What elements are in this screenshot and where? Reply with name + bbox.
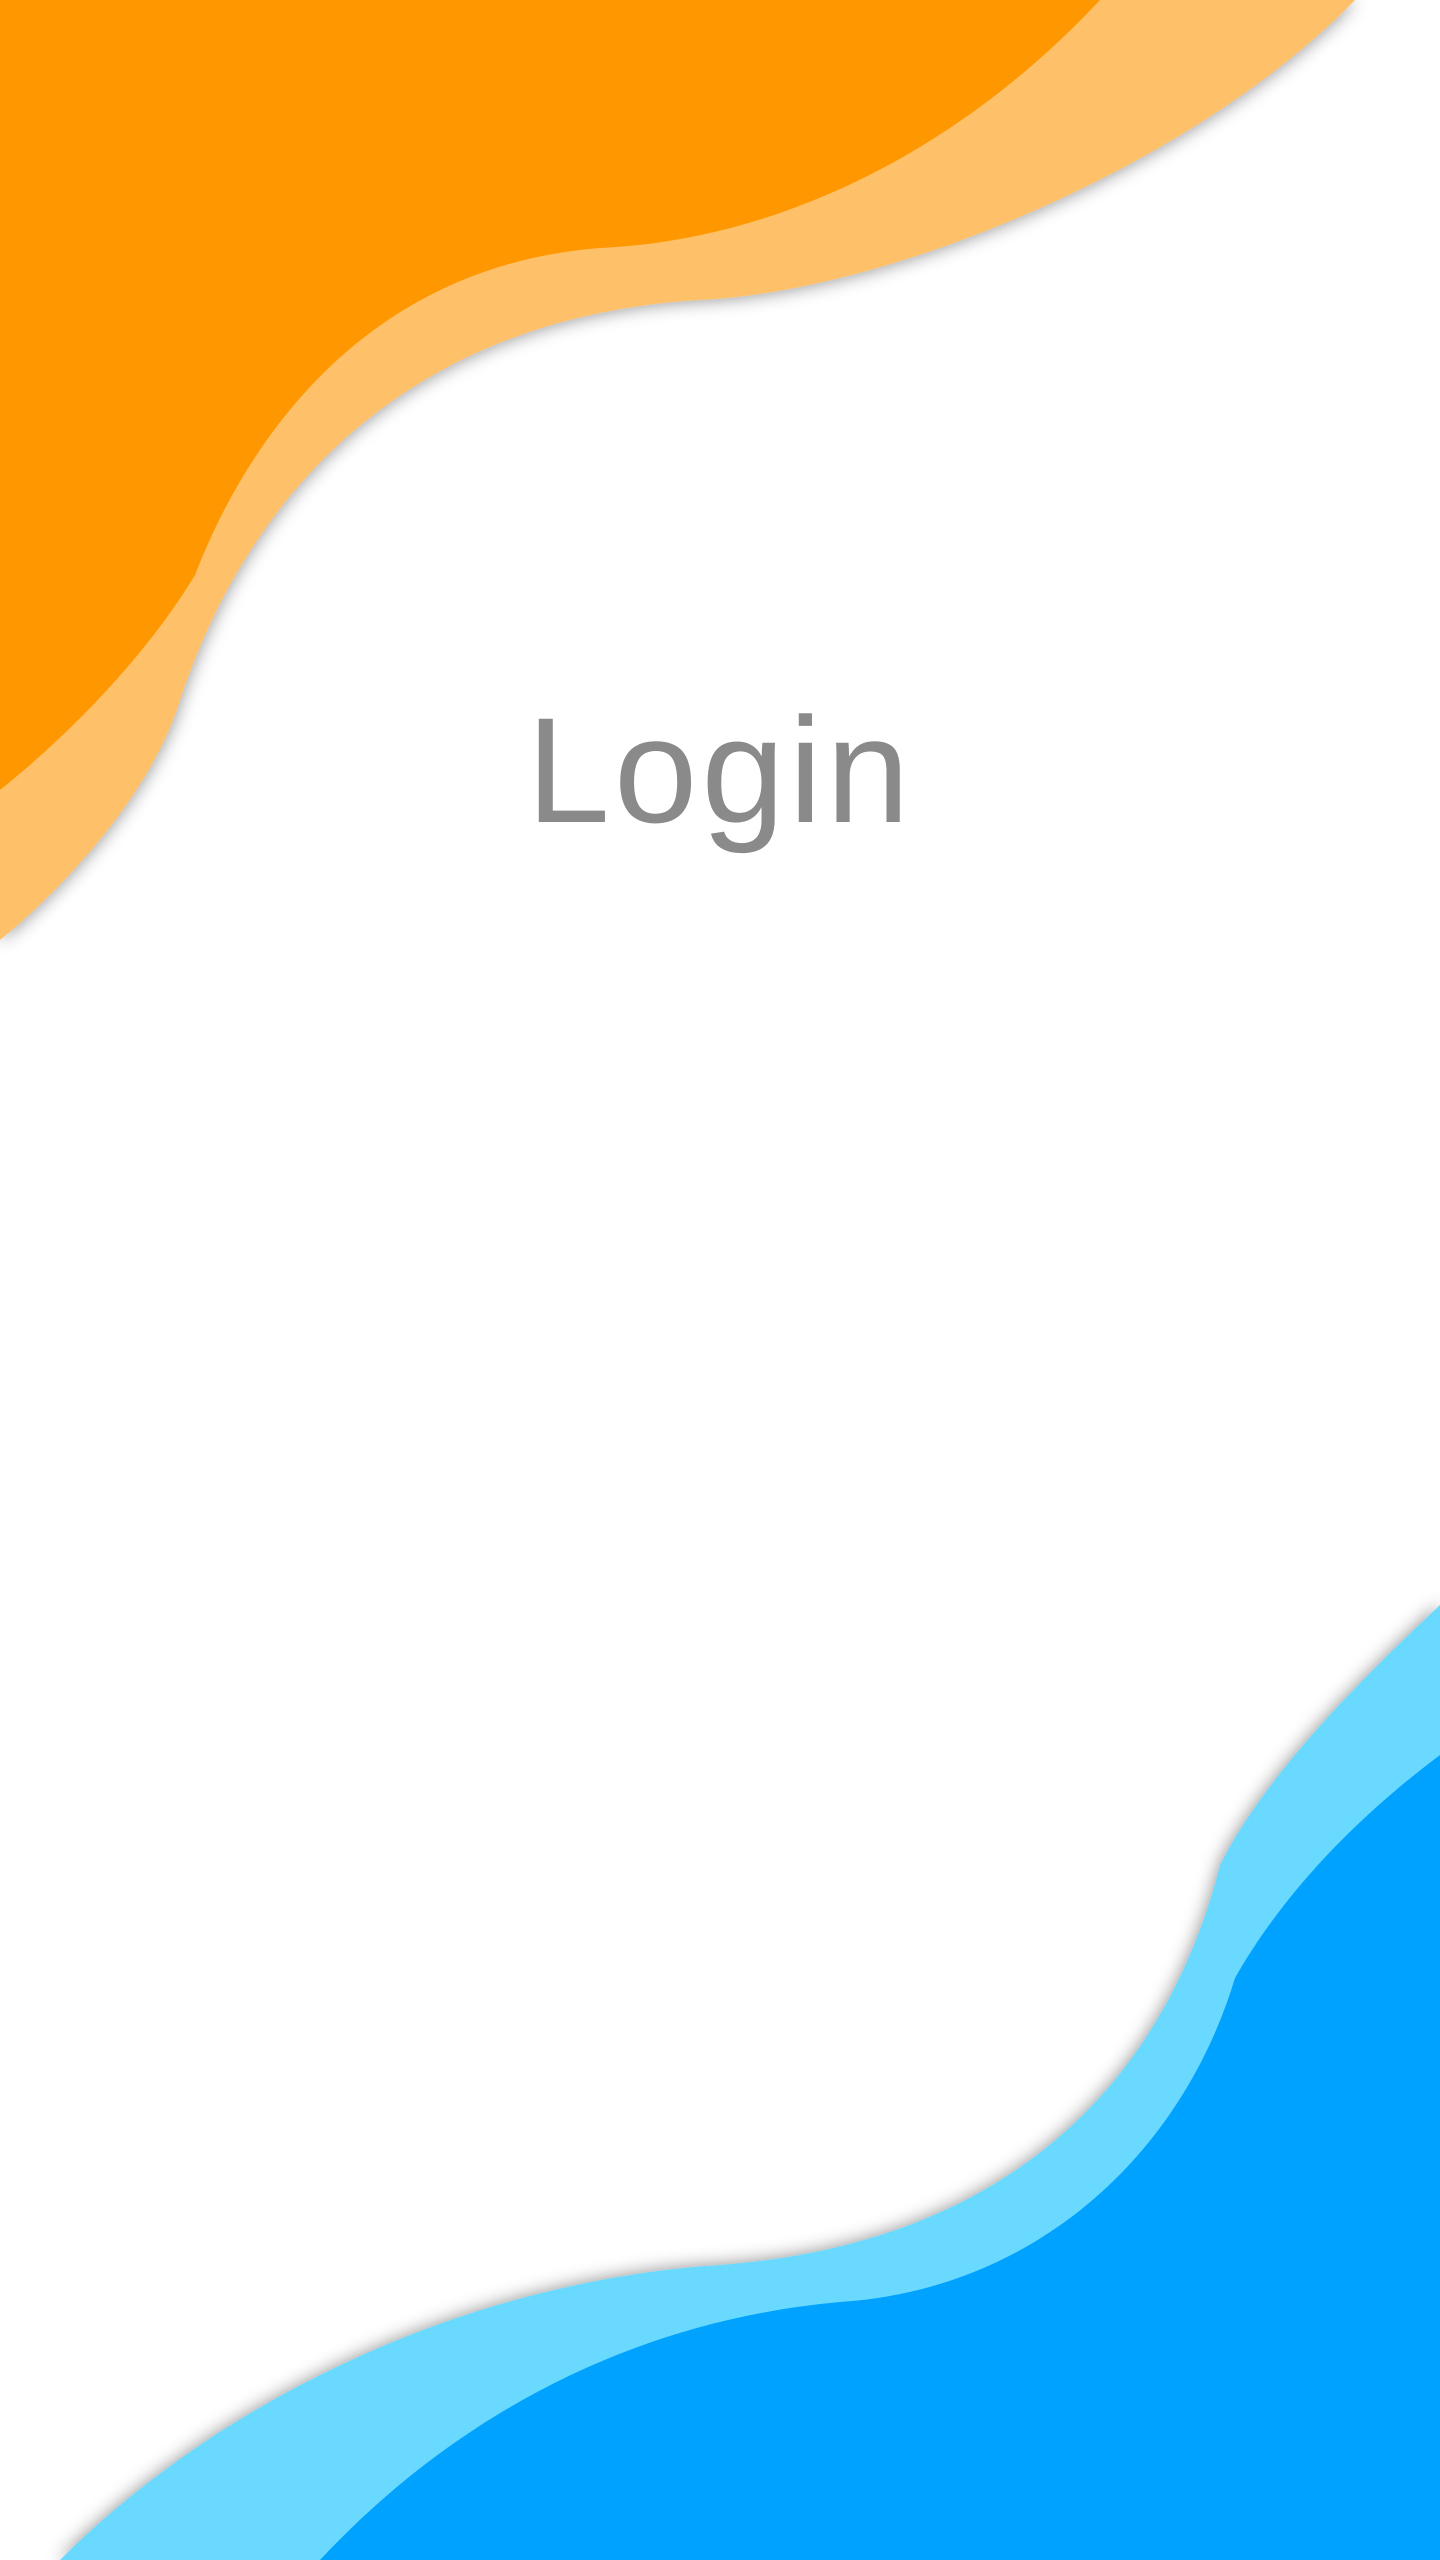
bottom-wave-group	[60, 1605, 1440, 2560]
decorative-wave-background	[0, 0, 1440, 2560]
page-title: Login	[526, 686, 914, 854]
login-screen: Login	[0, 0, 1440, 2560]
